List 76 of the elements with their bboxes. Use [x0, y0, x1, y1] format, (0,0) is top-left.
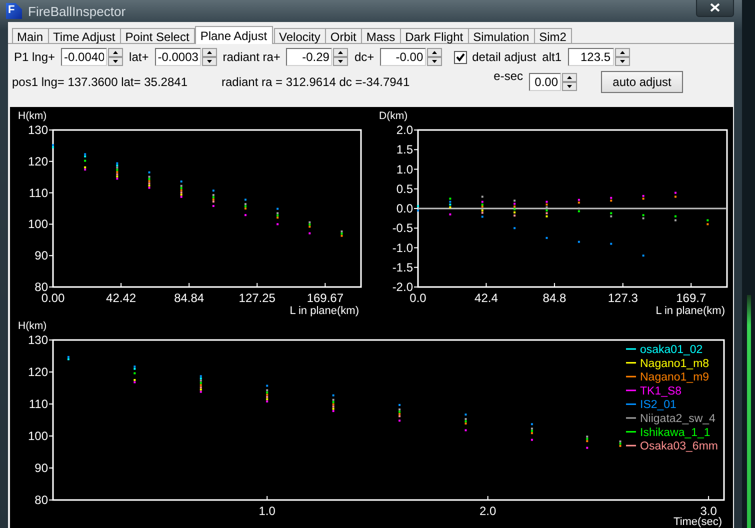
tick-label: 100 [28, 217, 48, 232]
auto-adjust-button[interactable]: auto adjust [601, 71, 683, 93]
app-icon: F [6, 3, 22, 19]
tick-label: 130 [28, 333, 48, 347]
legend-label: Osaka03_6mm [640, 440, 718, 453]
tab[interactable]: Mass [361, 28, 402, 43]
tab[interactable]: Time Adjust [48, 28, 122, 43]
field-label: lat+ [128, 50, 150, 64]
window-title: FireBallInspector [28, 4, 127, 18]
tick-label: 130 [28, 123, 48, 137]
tick-label: 84.8 [542, 291, 566, 305]
number-field[interactable]: 123.5 [568, 48, 614, 66]
legend-label: TK1_S8 [640, 385, 682, 398]
number-field[interactable]: -0.29 [286, 48, 332, 66]
tick-label: 0.5 [396, 182, 413, 196]
axis-title: D(km) [379, 110, 408, 122]
tick-label: 120 [28, 365, 48, 379]
number-field[interactable]: -0.0003 [154, 48, 201, 66]
tab[interactable]: Main [12, 28, 50, 43]
axis-title: H(km) [18, 320, 47, 332]
number-field[interactable]: 0.00 [529, 73, 561, 91]
tick-label: 100 [28, 429, 48, 443]
tick-label: -1.5 [392, 260, 413, 274]
tick-label: 90 [34, 461, 48, 475]
axis-title: L in plane(km) [656, 305, 725, 317]
legend-label: Niigata2_sw_4 [640, 413, 716, 425]
tick-label: 90 [34, 248, 48, 263]
tick-label: 0.00 [41, 291, 65, 305]
tick-label: -2.0 [392, 280, 413, 294]
tab[interactable]: Simulation [468, 28, 536, 43]
tick-label: 2.0 [479, 504, 496, 518]
tick-label: 80 [34, 493, 48, 507]
legend-label: IS2_01 [640, 399, 676, 412]
tab[interactable]: Orbit [325, 28, 362, 43]
tick-label: 110 [28, 397, 48, 411]
checkbox-label: detail adjust [472, 50, 536, 64]
axis-title: L in plane(km) [290, 305, 359, 317]
field-label: radiant ra+ [222, 50, 282, 64]
tab[interactable]: Velocity [274, 28, 326, 43]
tab[interactable]: Sim2 [534, 28, 572, 43]
tab[interactable]: Point Select [120, 28, 196, 43]
tick-label: 127.3 [608, 291, 638, 305]
axis-title: H(km) [18, 110, 47, 122]
tick-label: 127.25 [238, 291, 276, 305]
tick-label: 42.4 [474, 291, 498, 305]
field-label: dc+ [353, 50, 376, 64]
tick-label: 84.84 [174, 291, 204, 305]
tick-label: 110 [28, 186, 48, 200]
legend-label: Ishikawa_1_1 [640, 426, 710, 439]
info-text: radiant ra = 312.9614 dc =-34.7941 [222, 75, 411, 89]
tick-label: 120 [28, 154, 48, 168]
field-label: P1 lng+ [13, 50, 56, 64]
field-label: e-sec [492, 69, 524, 83]
legend-label: Nagano1_m8 [640, 358, 710, 370]
number-field[interactable]: -0.00 [380, 48, 426, 66]
tick-label: -0.5 [392, 221, 413, 236]
tick-label: 0.0 [396, 202, 413, 216]
tick-label: 42.42 [106, 291, 136, 305]
tick-label: 2.0 [396, 123, 413, 137]
tab[interactable]: Plane Adjust [195, 26, 274, 44]
legend-label: Nagano1_m9 [640, 372, 710, 384]
tick-label: 0.0 [410, 291, 426, 305]
tick-label: 1.5 [396, 142, 413, 157]
tick-label: 80 [34, 280, 48, 294]
tick-label: 169.67 [306, 291, 344, 305]
legend-label: osaka01_02 [640, 344, 703, 356]
tick-label: 3.0 [700, 504, 717, 518]
tick-label: 169.7 [676, 291, 706, 305]
tick-label: 1.0 [396, 162, 413, 176]
tick-label: -1.0 [392, 240, 413, 255]
number-field[interactable]: -0.0040 [61, 48, 108, 66]
field-label: alt1 [541, 50, 563, 64]
tick-label: 1.0 [258, 504, 276, 518]
tab[interactable]: Dark Flight [400, 28, 470, 43]
info-text: pos1 lng= 137.3600 lat= 35.2841 [12, 75, 188, 89]
axis-title: Time(sec) [674, 516, 722, 528]
